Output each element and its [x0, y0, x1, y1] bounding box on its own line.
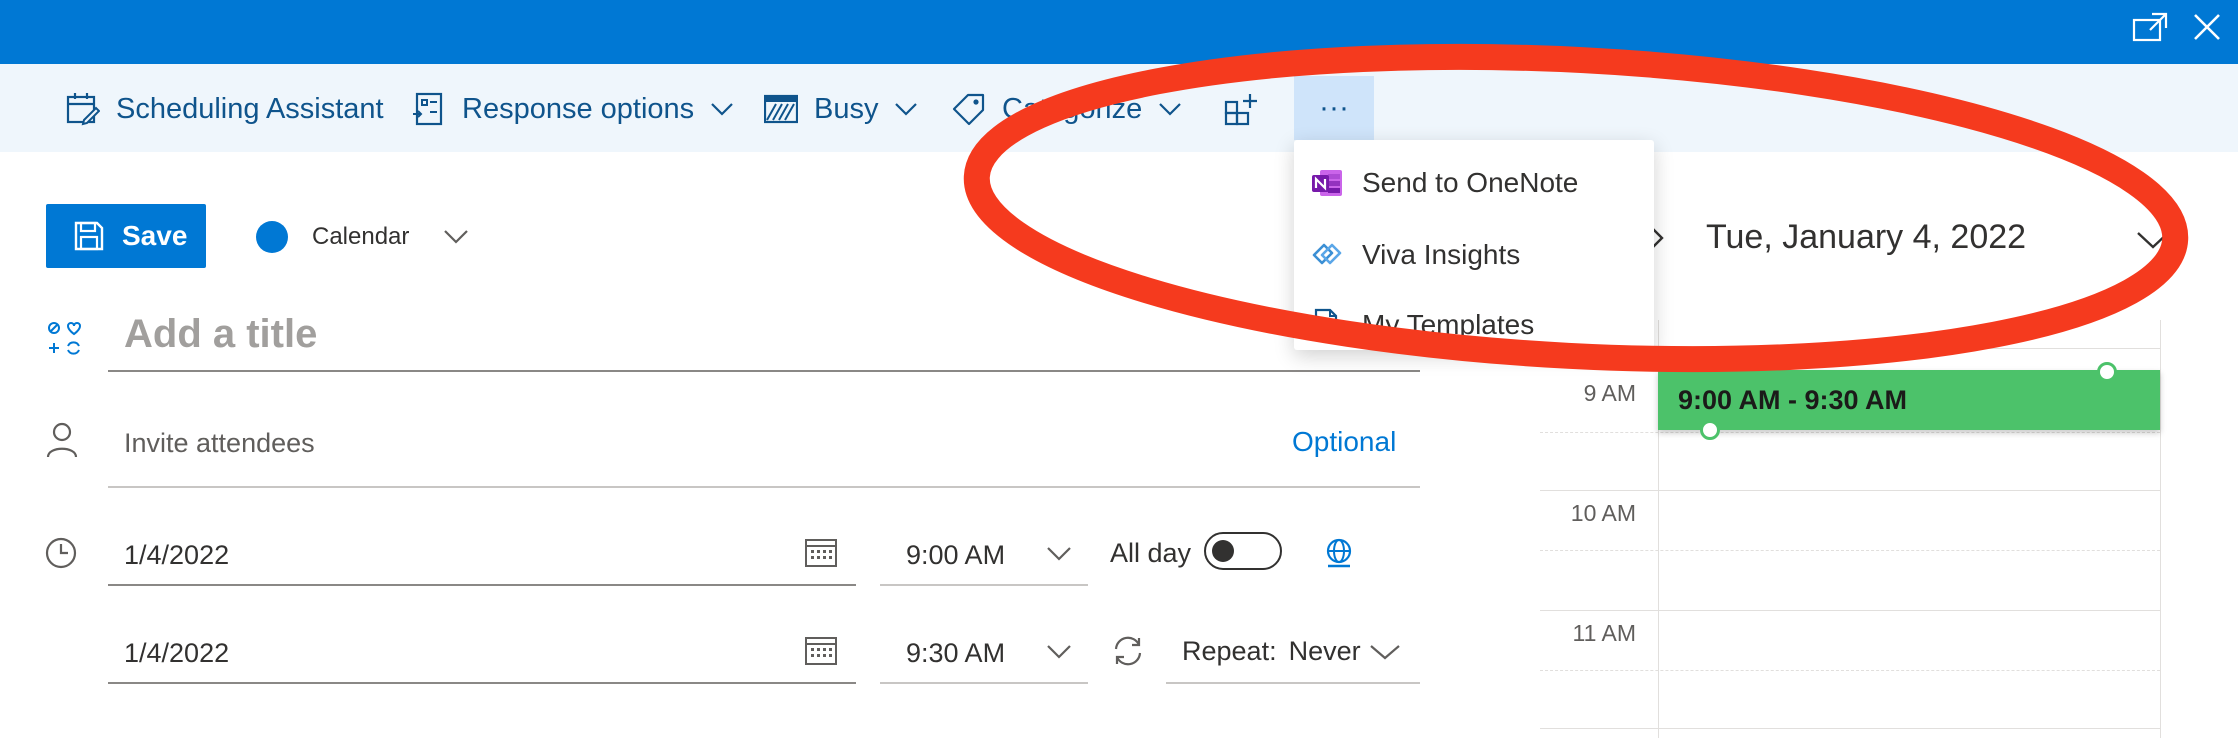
menu-item-send-to-onenote[interactable]: Send to OneNote [1294, 150, 1654, 216]
more-options-button[interactable]: ··· [1294, 76, 1374, 140]
viva-insights-icon [1310, 239, 1344, 271]
start-date-input[interactable]: 1/4/2022 [124, 540, 229, 571]
save-label: Save [122, 220, 188, 251]
start-date-underline [108, 584, 856, 586]
chevron-down-icon[interactable] [2136, 230, 2170, 250]
calendar-picker-icon[interactable] [804, 536, 838, 568]
calendar-label: Calendar [312, 223, 410, 250]
menu-item-label: My Templates [1362, 309, 1535, 340]
scheduling-assistant-label: Scheduling Assistant [116, 92, 384, 125]
all-day-toggle[interactable] [1204, 532, 1282, 570]
clock-icon [44, 536, 78, 570]
response-options-icon [412, 92, 446, 126]
scheduling-assistant-button[interactable]: Scheduling Assistant [66, 86, 384, 132]
response-options-label: Response options [462, 92, 695, 125]
repeat-icon [1110, 634, 1146, 668]
title-placeholder: Add a title [124, 312, 318, 356]
busy-status-icon [764, 94, 798, 124]
more-options-menu: Send to OneNote Viva Insights My Templat… [1294, 140, 1654, 350]
half-hour-line [1540, 670, 2160, 671]
popout-icon[interactable] [2132, 12, 2170, 42]
start-time-select[interactable]: 9:00 AM [906, 540, 1005, 571]
templates-icon [1310, 308, 1344, 342]
event-block[interactable]: 9:00 AM - 9:30 AM [1658, 370, 2160, 430]
half-hour-line [1540, 550, 2160, 551]
event-resize-handle-top[interactable] [2097, 362, 2117, 382]
title-category-icon[interactable] [46, 320, 82, 356]
hour-label: 9 AM [1583, 380, 1636, 406]
chevron-down-icon [1369, 644, 1401, 660]
person-icon [46, 422, 78, 458]
onenote-icon [1310, 168, 1344, 198]
chevron-down-icon [1158, 102, 1182, 116]
menu-item-viva-insights[interactable]: Viva Insights [1294, 222, 1654, 288]
end-date-input[interactable]: 1/4/2022 [124, 638, 229, 669]
attendees-placeholder: Invite attendees [124, 428, 315, 458]
categorize-button[interactable]: Categorize [952, 86, 1182, 132]
busy-status-label: Busy [814, 92, 879, 125]
optional-attendees-link[interactable]: Optional [1292, 426, 1396, 458]
repeat-select[interactable]: Repeat: Never [1182, 636, 1401, 667]
calendar-selector[interactable]: Calendar [256, 210, 469, 264]
calendar-picker-icon[interactable] [804, 634, 838, 666]
time-zone-icon[interactable] [1322, 536, 1356, 570]
more-options-label: ··· [1319, 91, 1349, 124]
menu-item-my-templates[interactable]: My Templates [1294, 292, 1654, 358]
apps-add-icon [1224, 92, 1258, 126]
attendees-input[interactable]: Invite attendees [124, 428, 315, 459]
hour-line [1540, 728, 2160, 729]
title-underline [108, 370, 1420, 372]
event-resize-handle-bottom[interactable] [1700, 420, 1720, 440]
end-time-select[interactable]: 9:30 AM [906, 638, 1005, 669]
repeat-value: Never [1288, 636, 1361, 666]
hour-line [1540, 490, 2160, 491]
end-date-underline [108, 682, 856, 684]
close-icon[interactable] [2192, 12, 2222, 42]
chevron-down-icon [894, 102, 918, 116]
tag-icon [952, 92, 986, 126]
hour-line [1540, 610, 2160, 611]
hour-label: 10 AM [1570, 500, 1636, 526]
hour-label: 11 AM [1572, 620, 1637, 646]
categorize-label: Categorize [1002, 92, 1143, 125]
calendar-color-dot [256, 221, 288, 253]
start-time-underline [880, 584, 1088, 586]
chevron-down-icon[interactable] [1046, 644, 1072, 660]
apps-button[interactable] [1224, 86, 1258, 132]
day-column-border [2160, 320, 2161, 738]
event-time-label: 9:00 AM - 9:30 AM [1678, 384, 1908, 415]
busy-status-button[interactable]: Busy [764, 86, 918, 132]
chevron-down-icon [710, 102, 734, 116]
window-title-bar [0, 0, 2238, 64]
save-icon [74, 221, 104, 251]
repeat-underline [1166, 682, 1420, 684]
half-hour-line [1540, 432, 2160, 433]
response-options-button[interactable]: Response options [412, 86, 734, 132]
menu-item-label: Viva Insights [1362, 239, 1521, 270]
end-time-underline [880, 682, 1088, 684]
chevron-down-icon[interactable] [1046, 546, 1072, 562]
chevron-down-icon [443, 229, 469, 245]
title-input[interactable]: Add a title [124, 312, 317, 357]
menu-item-label: Send to OneNote [1362, 167, 1579, 198]
toggle-knob [1212, 540, 1234, 562]
day-view-date: Tue, January 4, 2022 [1706, 218, 2027, 256]
calendar-edit-icon [66, 92, 100, 126]
attendees-underline [108, 486, 1420, 488]
repeat-label: Repeat: [1182, 636, 1277, 666]
all-day-label: All day [1110, 538, 1192, 568]
save-button[interactable]: Save [46, 204, 206, 268]
